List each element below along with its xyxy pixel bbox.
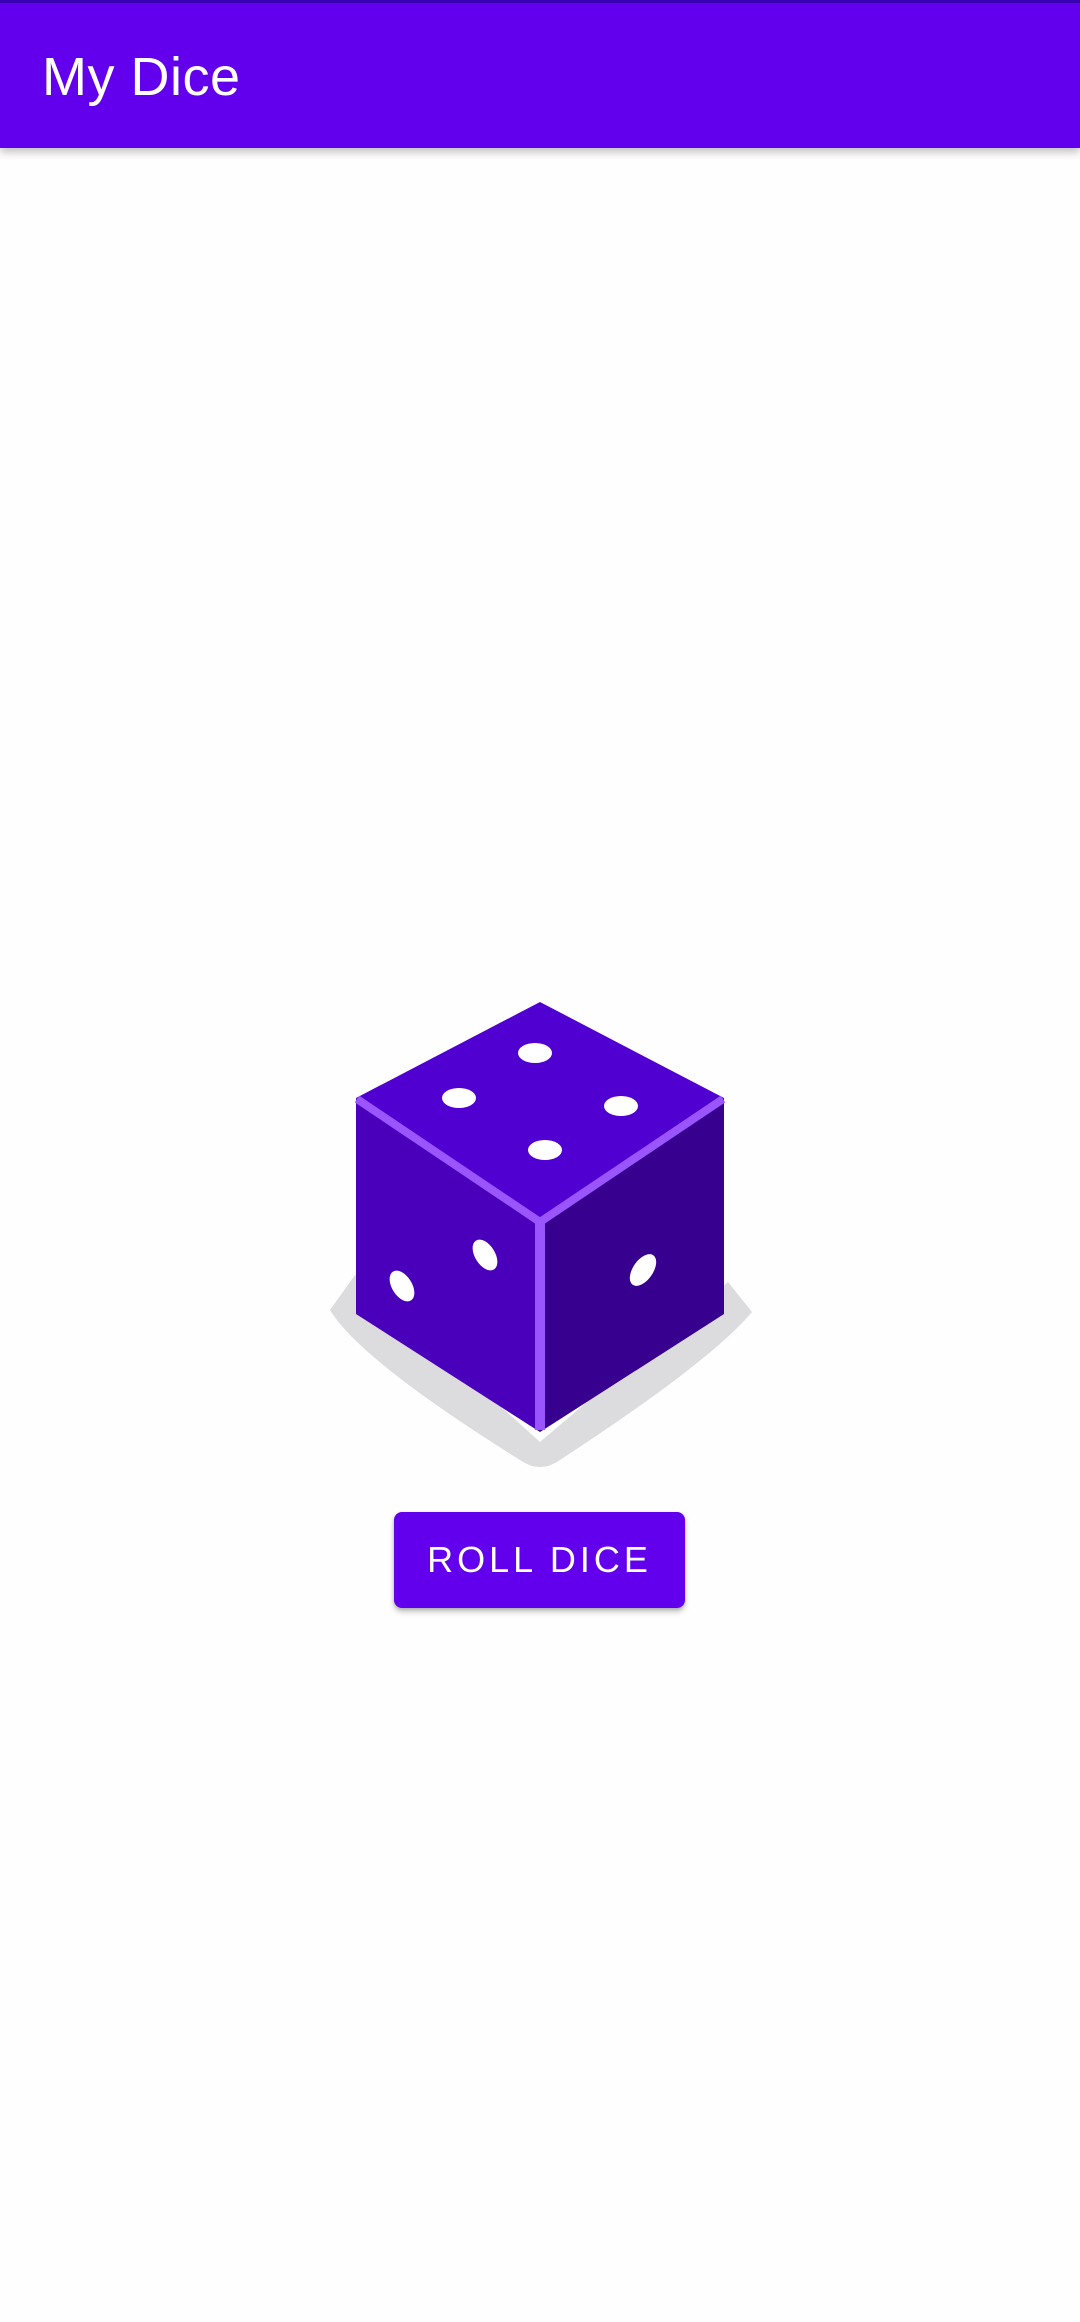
app-bar: My Dice	[0, 0, 1080, 148]
dice-pip	[604, 1096, 638, 1116]
app-title: My Dice	[42, 47, 241, 107]
dice-pip	[518, 1043, 552, 1063]
dice-icon	[330, 1002, 752, 1467]
roll-dice-button[interactable]: ROLL DICE	[394, 1512, 685, 1608]
dice-pip	[442, 1088, 476, 1108]
status-strip	[0, 0, 1080, 3]
dice-pip	[528, 1140, 562, 1160]
